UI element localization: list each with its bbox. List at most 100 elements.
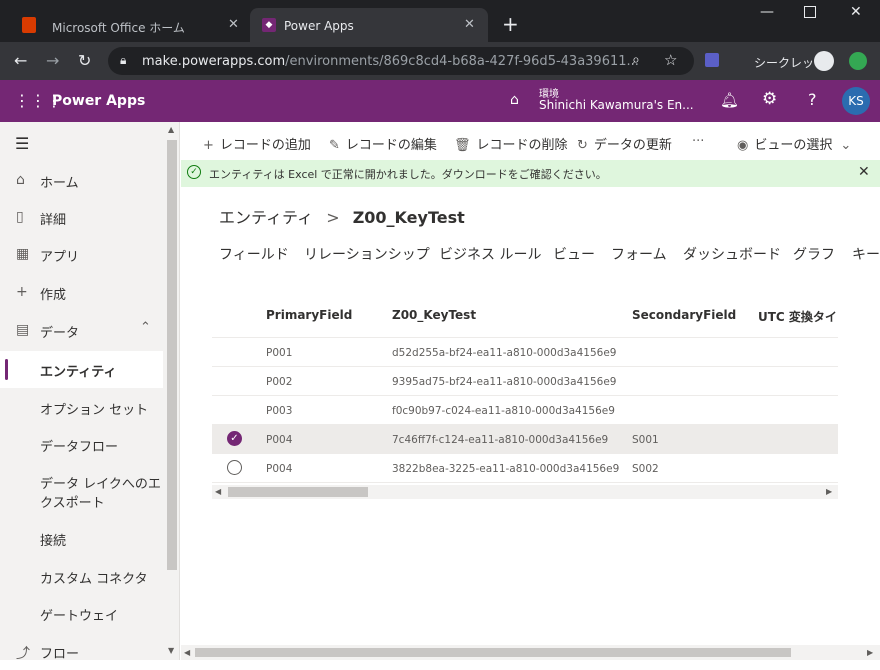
success-message-bar: ✓ エンティティは Excel で正常に開かれました。ダウンロードをご確認くださ…: [181, 160, 880, 187]
back-icon[interactable]: ←: [14, 51, 27, 70]
powerapps-icon: ◆: [262, 18, 276, 32]
edit-record-button[interactable]: ✎ レコードの編集: [329, 134, 437, 153]
cell-primaryfield: P004: [266, 463, 293, 475]
sidebar-item-flows[interactable]: ⤴ フロー: [0, 633, 163, 670]
bookmark-star-icon[interactable]: ☆: [664, 51, 677, 69]
scroll-left-icon[interactable]: ◀: [184, 648, 190, 657]
table-row[interactable]: P003 f0c90b97-c024-ea11-a810-000d3a4156e…: [212, 396, 838, 425]
window-close-icon[interactable]: ✕: [850, 4, 862, 20]
cell-key: d52d255a-bf24-ea11-a810-000d3a4156e9: [392, 347, 617, 359]
grid-horizontal-scrollbar[interactable]: ◀ ▶: [212, 485, 838, 499]
table-icon: ▤: [16, 322, 30, 338]
page-title: Z00_KeyTest: [352, 208, 465, 227]
sidebar-item-gateways[interactable]: ゲートウェイ: [0, 595, 163, 632]
browser-tab-powerapps[interactable]: ◆ Power Apps ✕: [250, 8, 488, 42]
tab-title: Microsoft Office ホーム: [52, 21, 185, 35]
home-icon: ⌂: [16, 172, 25, 188]
column-header-z00-keytest[interactable]: Z00_KeyTest: [392, 308, 476, 322]
scroll-down-icon[interactable]: ▼: [168, 646, 174, 655]
tab-keys[interactable]: キー: [852, 244, 880, 264]
sidebar-item-connections[interactable]: 接続: [0, 520, 163, 557]
chevron-down-icon: ⌄: [840, 138, 852, 153]
close-tab-icon[interactable]: ✕: [228, 17, 239, 32]
column-header-primaryfield[interactable]: PrimaryField: [266, 308, 352, 322]
check-circle-icon: ✓: [187, 165, 201, 179]
hamburger-icon[interactable]: ☰: [15, 134, 29, 153]
sidebar-item-create[interactable]: + 作成: [0, 274, 163, 311]
update-icon[interactable]: [849, 52, 867, 70]
view-selector[interactable]: ◉ ビューの選択 ⌄: [737, 134, 851, 153]
sidebar-item-dataflows[interactable]: データフロー: [0, 426, 163, 463]
office-icon: [22, 17, 36, 33]
forward-icon[interactable]: →: [46, 51, 59, 70]
address-bar[interactable]: 🔒︎ make.powerapps.com/environments/869c8…: [108, 47, 694, 75]
delete-record-button[interactable]: 🗑︎ レコードの削除: [454, 134, 568, 153]
cell-key: 7c46ff7f-c124-ea11-a810-000d3a4156e9: [392, 434, 609, 446]
scroll-thumb[interactable]: [228, 487, 368, 497]
close-tab-icon[interactable]: ✕: [464, 17, 475, 32]
browser-tab-office[interactable]: Microsoft Office ホーム ✕: [8, 8, 248, 42]
breadcrumb-separator: >: [326, 208, 340, 227]
tab-relationships[interactable]: リレーションシップ: [304, 244, 430, 264]
url-host: make.powerapps.com: [142, 54, 286, 69]
sidebar-scrollbar[interactable]: ▲ ▼: [165, 122, 179, 660]
reload-icon[interactable]: ↻: [78, 51, 91, 70]
tab-dashboards[interactable]: ダッシュボード: [683, 244, 781, 264]
tab-business-rules[interactable]: ビジネス ルール: [439, 244, 541, 264]
page-horizontal-scrollbar[interactable]: ◀ ▶: [181, 645, 880, 660]
selection-indicator: [5, 359, 8, 380]
sidebar-item-entities[interactable]: エンティティ: [0, 351, 163, 388]
sidebar-item-export-to-data-lake[interactable]: データ レイクへのエ クスポート: [0, 465, 163, 513]
edit-icon: ✎: [329, 138, 340, 153]
tab-forms[interactable]: フォーム: [611, 244, 667, 264]
table-row-selected[interactable]: ✓ P004 7c46ff7f-c124-ea11-a810-000d3a415…: [212, 425, 838, 454]
table-row[interactable]: P004 3822b8ea-3225-ea11-a810-000d3a4156e…: [212, 454, 838, 483]
sidebar-item-data[interactable]: ▤ データ ⌃: [0, 312, 163, 349]
scroll-left-icon[interactable]: ◀: [215, 487, 221, 496]
sidebar-item-home[interactable]: ⌂ ホーム: [0, 162, 163, 199]
table-row[interactable]: P001 d52d255a-bf24-ea11-a810-000d3a4156e…: [212, 338, 838, 367]
extension-icon[interactable]: [705, 53, 719, 67]
table-row[interactable]: P002 9395ad75-bf24-ea11-a810-000d3a4156e…: [212, 367, 838, 396]
trash-icon: 🗑︎: [454, 138, 471, 153]
column-header-utc-conversion[interactable]: UTC 変換タイ...: [758, 308, 838, 325]
scroll-right-icon[interactable]: ▶: [826, 487, 832, 496]
more-button[interactable]: ···: [692, 134, 704, 149]
minimize-icon[interactable]: —: [760, 4, 774, 20]
sidebar-item-option-sets[interactable]: オプション セット: [0, 389, 163, 426]
tab-views[interactable]: ビュー: [553, 244, 595, 264]
chevron-up-icon: ⌃: [140, 320, 151, 335]
lock-icon: 🔒︎: [120, 53, 127, 67]
add-record-button[interactable]: + レコードの追加: [203, 134, 311, 153]
avatar[interactable]: KS: [842, 87, 870, 115]
row-checkbox[interactable]: [227, 460, 242, 475]
scroll-right-icon[interactable]: ▶: [867, 648, 873, 657]
records-grid: PrimaryField Z00_KeyTest SecondaryField …: [212, 298, 838, 500]
notifications-icon[interactable]: 🔔︎: [720, 91, 739, 109]
tab-charts[interactable]: グラフ: [793, 244, 835, 264]
refresh-data-button[interactable]: ↻ データの更新: [577, 134, 672, 153]
browser-toolbar: ← → ↻ 🔒︎ make.powerapps.com/environments…: [0, 42, 880, 80]
breadcrumb-entities-link[interactable]: エンティティ: [219, 208, 313, 227]
help-icon[interactable]: ?: [808, 90, 817, 109]
dismiss-icon[interactable]: ✕: [858, 164, 870, 180]
scroll-thumb[interactable]: [195, 648, 791, 657]
row-checkbox-checked[interactable]: ✓: [227, 431, 242, 446]
cell-key: f0c90b97-c024-ea11-a810-000d3a4156e9: [392, 405, 615, 417]
sidebar-item-learn[interactable]: ▯ 詳細: [0, 199, 163, 236]
scroll-up-icon[interactable]: ▲: [168, 125, 174, 134]
cell-key: 3822b8ea-3225-ea11-a810-000d3a4156e9: [392, 463, 620, 475]
incognito-icon[interactable]: [814, 51, 834, 71]
zoom-icon[interactable]: ⌕: [632, 52, 640, 68]
app-name[interactable]: Power Apps: [52, 93, 145, 109]
environment-picker[interactable]: Shinichi Kawamura's En...: [539, 98, 694, 112]
new-tab-button[interactable]: +: [502, 12, 519, 36]
sidebar-item-custom-connectors[interactable]: カスタム コネクタ: [0, 558, 163, 595]
column-header-secondaryfield[interactable]: SecondaryField: [632, 308, 736, 322]
settings-icon[interactable]: ⚙: [762, 89, 777, 109]
scroll-thumb[interactable]: [167, 140, 177, 570]
maximize-icon[interactable]: [804, 6, 816, 18]
plus-icon: +: [203, 138, 214, 153]
tab-fields[interactable]: フィールド: [219, 244, 289, 264]
sidebar-item-apps[interactable]: ▦ アプリ: [0, 236, 163, 273]
